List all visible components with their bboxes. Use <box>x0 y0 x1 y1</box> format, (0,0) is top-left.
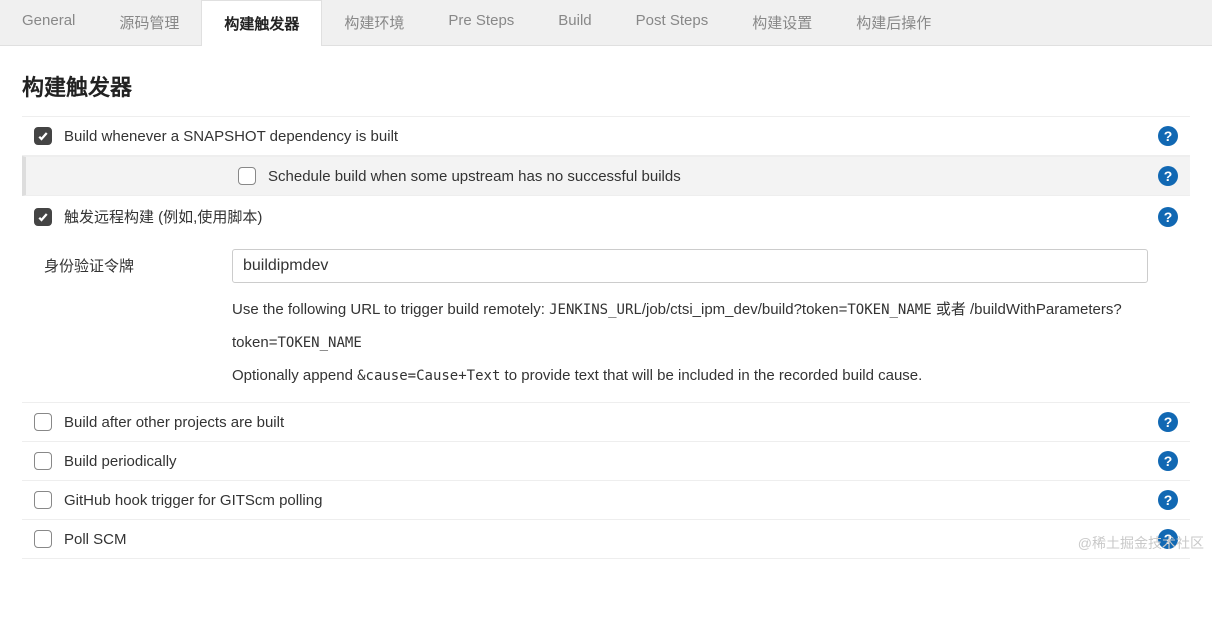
help-icon[interactable]: ? <box>1158 490 1178 510</box>
checkbox-remote-trigger[interactable] <box>34 208 52 226</box>
trigger-snapshot-row: Build whenever a SNAPSHOT dependency is … <box>22 117 1190 156</box>
tab-post-steps[interactable]: Post Steps <box>614 0 731 45</box>
trigger-poll-scm-row: Poll SCM ? <box>22 520 1190 559</box>
help-icon[interactable]: ? <box>1158 126 1178 146</box>
label-schedule-upstream: Schedule build when some upstream has no… <box>268 168 681 185</box>
remote-trigger-desc: Use the following URL to trigger build r… <box>22 283 1190 402</box>
label-build-periodically: Build periodically <box>64 453 177 470</box>
help-icon[interactable]: ? <box>1158 207 1178 227</box>
label-poll-scm: Poll SCM <box>64 531 127 548</box>
trigger-snapshot-sub-row: Schedule build when some upstream has no… <box>22 156 1190 196</box>
tab-build-env[interactable]: 构建环境 <box>322 0 426 45</box>
tab-build-settings[interactable]: 构建设置 <box>730 0 834 45</box>
auth-token-input[interactable] <box>232 249 1148 283</box>
checkbox-build-periodically[interactable] <box>34 452 52 470</box>
watermark: @稀土掘金技术社区 <box>1078 533 1204 553</box>
help-icon[interactable]: ? <box>1158 451 1178 471</box>
trigger-remote-row: 触发远程构建 (例如,使用脚本) ? <box>22 196 1190 237</box>
label-snapshot: Build whenever a SNAPSHOT dependency is … <box>64 128 398 145</box>
label-remote-trigger: 触发远程构建 (例如,使用脚本) <box>64 206 262 227</box>
auth-token-label: 身份验证令牌 <box>34 249 222 283</box>
tab-post-actions[interactable]: 构建后操作 <box>834 0 953 45</box>
section-title: 构建触发器 <box>22 60 1190 117</box>
trigger-github-hook-row: GitHub hook trigger for GITScm polling ? <box>22 481 1190 520</box>
trigger-periodically-row: Build periodically ? <box>22 442 1190 481</box>
label-build-after-other: Build after other projects are built <box>64 414 284 431</box>
config-tabs: General 源码管理 构建触发器 构建环境 Pre Steps Build … <box>0 0 1212 46</box>
tab-general[interactable]: General <box>0 0 97 45</box>
checkbox-poll-scm[interactable] <box>34 530 52 548</box>
help-icon[interactable]: ? <box>1158 412 1178 432</box>
tab-scm[interactable]: 源码管理 <box>97 0 201 45</box>
checkbox-snapshot[interactable] <box>34 127 52 145</box>
help-icon[interactable]: ? <box>1158 166 1178 186</box>
checkbox-build-after-other[interactable] <box>34 413 52 431</box>
auth-token-row: 身份验证令牌 <box>22 237 1190 283</box>
label-github-hook: GitHub hook trigger for GITScm polling <box>64 492 322 509</box>
trigger-after-other-row: Build after other projects are built ? <box>22 402 1190 442</box>
checkbox-schedule-upstream[interactable] <box>238 167 256 185</box>
tab-build[interactable]: Build <box>536 0 613 45</box>
checkbox-github-hook[interactable] <box>34 491 52 509</box>
tab-build-triggers[interactable]: 构建触发器 <box>201 0 322 46</box>
tab-pre-steps[interactable]: Pre Steps <box>426 0 536 45</box>
build-triggers-section: 构建触发器 Build whenever a SNAPSHOT dependen… <box>0 46 1212 559</box>
